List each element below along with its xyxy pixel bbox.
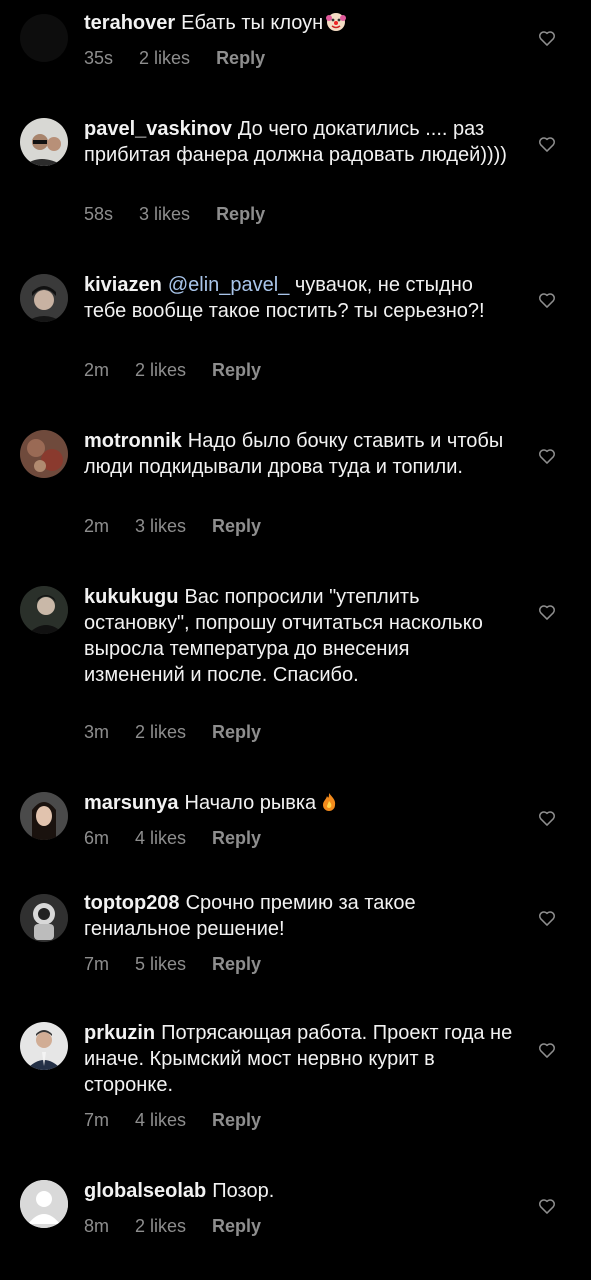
comment-time: 8m <box>84 1216 110 1236</box>
comment-text: kukukugu Вас попросили "утеплить остановк… <box>84 584 514 688</box>
avatar[interactable] <box>20 14 68 62</box>
comment-mention[interactable]: @elin_pavel_ <box>168 274 290 296</box>
comment-meta: 6m 4 likes Reply <box>84 828 261 849</box>
reply-button[interactable]: Reply <box>212 516 261 537</box>
comment-username[interactable]: toptop208 <box>84 892 180 914</box>
avatar[interactable] <box>20 1022 68 1070</box>
reply-button[interactable]: Reply <box>212 1216 261 1237</box>
reply-button[interactable]: Reply <box>212 360 261 381</box>
comment-likes[interactable]: 2 likes <box>135 1216 186 1237</box>
clown-emoji <box>326 13 347 31</box>
comment-text: terahover Ебать ты клоун <box>84 10 514 36</box>
comment-meta: 3m 2 likes Reply <box>84 722 261 743</box>
avatar[interactable] <box>20 792 68 840</box>
comment-meta: 7m 4 likes Reply <box>84 1110 261 1131</box>
reply-button[interactable]: Reply <box>216 48 265 69</box>
comment-text: globalseolab Позор. <box>84 1178 514 1204</box>
comment-time: 7m <box>84 1110 110 1130</box>
heart-outline-icon[interactable] <box>537 290 557 310</box>
comment-likes[interactable]: 3 likes <box>135 516 186 537</box>
comment-text: prkuzin Потрясающая работа. Проект года н… <box>84 1020 514 1098</box>
comment-time: 58s <box>84 204 114 224</box>
avatar[interactable] <box>20 430 68 478</box>
comment-likes[interactable]: 4 likes <box>135 828 186 849</box>
comment-time: 6m <box>84 828 110 848</box>
fire-emoji <box>323 793 336 811</box>
heart-outline-icon[interactable] <box>537 1040 557 1060</box>
comment-likes[interactable]: 2 likes <box>135 360 186 381</box>
avatar[interactable] <box>20 1180 68 1228</box>
comment-body: Начало рывка <box>184 792 317 814</box>
reply-button[interactable]: Reply <box>212 1110 261 1131</box>
reply-button[interactable]: Reply <box>212 722 261 743</box>
comment-time: 35s <box>84 48 114 68</box>
comment-time: 3m <box>84 722 110 742</box>
comment-text: motronnik Надо было бочку ставить и чтобы… <box>84 428 514 480</box>
comment-username[interactable]: motronnik <box>84 430 182 452</box>
comment-likes[interactable]: 2 likes <box>139 48 190 69</box>
reply-button[interactable]: Reply <box>212 954 261 975</box>
avatar[interactable] <box>20 894 68 942</box>
heart-outline-icon[interactable] <box>537 808 557 828</box>
comment-meta: 2m 3 likes Reply <box>84 516 261 537</box>
comment-body: Позор. <box>212 1180 275 1202</box>
comment-username[interactable]: prkuzin <box>84 1022 155 1044</box>
heart-outline-icon[interactable] <box>537 446 557 466</box>
comment-likes[interactable]: 5 likes <box>135 954 186 975</box>
comment-time: 2m <box>84 360 110 380</box>
avatar[interactable] <box>20 586 68 634</box>
heart-outline-icon[interactable] <box>537 134 557 154</box>
comment-time: 7m <box>84 954 110 974</box>
comment-meta: 35s 2 likes Reply <box>84 48 265 69</box>
reply-button[interactable]: Reply <box>212 828 261 849</box>
heart-outline-icon[interactable] <box>537 908 557 928</box>
comment-text: toptop208 Срочно премию за такое гениальн… <box>84 890 514 942</box>
comment-body: Ебать ты клоун <box>181 12 324 34</box>
comment-meta: 2m 2 likes Reply <box>84 360 261 381</box>
comment-meta: 7m 5 likes Reply <box>84 954 261 975</box>
comment-username[interactable]: terahover <box>84 12 175 34</box>
heart-outline-icon[interactable] <box>537 1196 557 1216</box>
comment-username[interactable]: pavel_vaskinov <box>84 118 232 140</box>
comment-time: 2m <box>84 516 110 536</box>
comment-username[interactable]: marsunya <box>84 792 179 814</box>
comment-text: pavel_vaskinov До чего докатились .... ра… <box>84 116 514 168</box>
comment-username[interactable]: globalseolab <box>84 1180 206 1202</box>
heart-outline-icon[interactable] <box>537 28 557 48</box>
comment-text: kiviazen @elin_pavel_ чувачок, не стыдно … <box>84 272 514 324</box>
avatar[interactable] <box>20 274 68 322</box>
comment-likes[interactable]: 2 likes <box>135 722 186 743</box>
comment-meta: 8m 2 likes Reply <box>84 1216 261 1237</box>
comment-likes[interactable]: 3 likes <box>139 204 190 225</box>
comment-username[interactable]: kiviazen <box>84 274 162 296</box>
reply-button[interactable]: Reply <box>216 204 265 225</box>
comment-meta: 58s 3 likes Reply <box>84 204 265 225</box>
avatar[interactable] <box>20 118 68 166</box>
comment-username[interactable]: kukukugu <box>84 586 178 608</box>
comment-text: marsunya Начало рывка <box>84 790 514 816</box>
comment-likes[interactable]: 4 likes <box>135 1110 186 1131</box>
heart-outline-icon[interactable] <box>537 602 557 622</box>
